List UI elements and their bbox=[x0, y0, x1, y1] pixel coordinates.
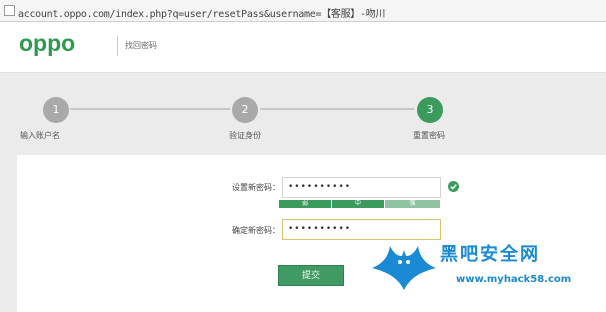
new-password-field[interactable]: •••••••••• bbox=[282, 177, 441, 198]
bat-logo-icon bbox=[372, 246, 436, 290]
step-progress: 1 输入账户名 2 验证身份 3 重置密码 bbox=[0, 73, 606, 153]
watermark-title: 黑吧安全网 bbox=[440, 244, 540, 265]
step-3-label: 重置密码 bbox=[413, 131, 445, 140]
confirm-password-label: 确定新密码： bbox=[232, 226, 280, 235]
step-connector bbox=[70, 108, 230, 110]
site-header: oppo 找回密码 bbox=[0, 22, 606, 73]
header-divider bbox=[117, 36, 118, 56]
strength-weak: 弱 bbox=[279, 200, 331, 208]
oppo-logo[interactable]: oppo bbox=[19, 30, 75, 57]
strength-strong: 强 bbox=[385, 200, 440, 208]
new-password-label: 设置新密码： bbox=[232, 183, 280, 192]
watermark: 黑吧安全网 www.myhack58.com bbox=[368, 238, 598, 298]
address-bar[interactable]: account.oppo.com/index.php?q=user/resetP… bbox=[0, 0, 606, 22]
strength-medium: 中 bbox=[332, 200, 384, 208]
confirm-password-field[interactable]: •••••••••• bbox=[282, 219, 441, 240]
step-3-circle: 3 bbox=[417, 97, 443, 123]
watermark-url: www.myhack58.com bbox=[456, 274, 572, 285]
page-title: 找回密码 bbox=[125, 41, 157, 50]
url-text[interactable]: account.oppo.com/index.php?q=user/resetP… bbox=[18, 5, 385, 20]
check-icon bbox=[448, 181, 459, 192]
step-2-circle: 2 bbox=[232, 97, 258, 123]
step-1-circle: 1 bbox=[43, 97, 69, 123]
step-2-label: 验证身份 bbox=[229, 131, 261, 140]
page-icon bbox=[4, 5, 15, 16]
submit-button[interactable]: 提交 bbox=[278, 265, 344, 286]
step-connector bbox=[260, 108, 414, 110]
step-1-label: 输入账户名 bbox=[20, 131, 60, 140]
